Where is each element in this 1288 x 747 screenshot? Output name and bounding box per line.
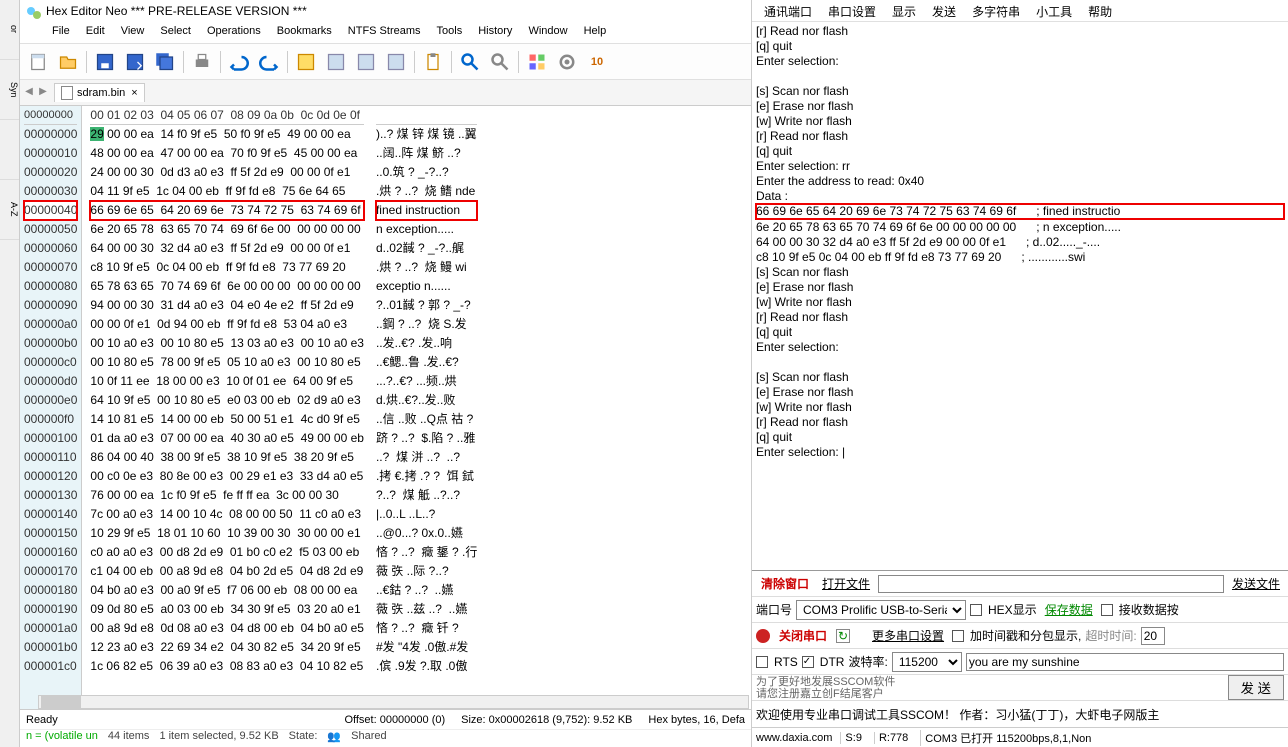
edit-c-button[interactable]: [352, 48, 380, 76]
status-s: S:9: [840, 732, 866, 744]
status-com: COM3 已打开 115200bps,8,1,Non: [920, 730, 1095, 746]
menu-bookmarks[interactable]: Bookmarks: [269, 22, 340, 43]
port-label: 端口号: [756, 601, 792, 618]
settings-button[interactable]: [553, 48, 581, 76]
window-title-bar: Hex Editor Neo *** PRE-RELEASE VERSION *…: [20, 0, 751, 22]
tab-sdram[interactable]: sdram.bin ×: [54, 83, 145, 102]
port-select[interactable]: COM3 Prolific USB-to-Seria: [796, 600, 966, 620]
print-button[interactable]: [188, 48, 216, 76]
menu-operations[interactable]: Operations: [199, 22, 269, 43]
find-button[interactable]: [456, 48, 484, 76]
close-port-button[interactable]: 关闭串口: [774, 625, 832, 646]
hex-toolbar: 10: [20, 44, 751, 80]
menu-history[interactable]: History: [470, 22, 520, 43]
tab-strip: ◀ ▶ sdram.bin ×: [20, 80, 751, 106]
menu-serial-settings[interactable]: 串口设置: [820, 0, 884, 21]
edit-d-button[interactable]: [382, 48, 410, 76]
menu-edit[interactable]: Edit: [78, 22, 113, 43]
hex-header: 00 01 02 03 04 05 06 07 08 09 0a 0b 0c 0…: [90, 106, 364, 125]
hex-bytes-column[interactable]: 00 01 02 03 04 05 06 07 08 09 0a 0b 0c 0…: [82, 106, 372, 709]
offset-column: 00000000 0000000000000010000000200000003…: [20, 106, 82, 709]
ide-lower-status: n = (volatile un 44 items 1 item selecte…: [20, 729, 751, 747]
horizontal-scrollbar[interactable]: [38, 695, 749, 709]
shared-icon: 👥: [327, 730, 341, 747]
menu-help[interactable]: 帮助: [1080, 0, 1120, 21]
menu-ntfs[interactable]: NTFS Streams: [340, 22, 429, 43]
hex-statusbar: Ready Offset: 00000000 (0) Size: 0x00002…: [20, 709, 751, 729]
status-r: R:778: [874, 732, 912, 744]
dtr-checkbox[interactable]: [802, 656, 814, 668]
save-button[interactable]: [91, 48, 119, 76]
open-file-button[interactable]: 打开文件: [818, 574, 874, 593]
hex-menubar: File Edit View Select Operations Bookmar…: [20, 22, 751, 44]
port-status-icon: [756, 629, 770, 643]
file-path-input[interactable]: [878, 575, 1224, 593]
menu-view[interactable]: View: [113, 22, 153, 43]
clear-window-button[interactable]: 清除窗口: [756, 573, 814, 594]
ascii-column: )..? 煤 锌 煤 镜 ..翼..阔..阵 煤 鲚 ..?..0.筑 ? _-…: [372, 106, 481, 709]
hex-10-button[interactable]: 10: [583, 48, 611, 76]
redo-button[interactable]: [255, 48, 283, 76]
sscom-controls: 清除窗口 打开文件 发送文件 端口号 COM3 Prolific USB-to-…: [752, 570, 1288, 727]
offset-header: 00000000: [24, 106, 77, 125]
send-button[interactable]: 发 送: [1228, 675, 1284, 700]
refresh-icon[interactable]: ↻: [836, 629, 850, 643]
tab-prev-icon[interactable]: ◀: [22, 86, 36, 100]
status-site: www.daxia.com: [756, 732, 832, 744]
menu-file[interactable]: File: [44, 22, 78, 43]
struct-button[interactable]: [523, 48, 551, 76]
close-icon[interactable]: ×: [131, 87, 137, 99]
menu-tools[interactable]: 小工具: [1028, 0, 1080, 21]
status-ready: Ready: [26, 714, 58, 726]
tab-next-icon[interactable]: ▶: [36, 86, 50, 100]
rts-checkbox[interactable]: [756, 656, 768, 668]
clipboard-button[interactable]: [419, 48, 447, 76]
left-dock-strip: or Syn A-Z: [0, 0, 20, 747]
menu-send[interactable]: 发送: [924, 0, 964, 21]
send-input[interactable]: [966, 653, 1284, 671]
sscom-statusbar: www.daxia.com S:9 R:778 COM3 已打开 115200b…: [752, 727, 1288, 747]
document-icon: [61, 86, 73, 100]
terminal-output[interactable]: [r] Read nor flash[q] quitEnter selectio…: [752, 22, 1288, 570]
menu-display[interactable]: 显示: [884, 0, 924, 21]
undo-button[interactable]: [225, 48, 253, 76]
menu-comm-port[interactable]: 通讯端口: [756, 0, 820, 21]
find-next-button[interactable]: [486, 48, 514, 76]
timeout-input[interactable]: [1141, 627, 1165, 645]
baud-select[interactable]: 115200: [892, 652, 962, 672]
status-mode: Hex bytes, 16, Defa: [648, 714, 745, 726]
send-file-button[interactable]: 发送文件: [1228, 574, 1284, 593]
welcome-text: 欢迎使用专业串口调试工具SSCOM！ 作者：习小猛(丁丁)，大虾电子网版主: [756, 706, 1159, 723]
hex-display-checkbox[interactable]: [970, 604, 982, 616]
new-button[interactable]: [24, 48, 52, 76]
menu-select[interactable]: Select: [152, 22, 199, 43]
sscom-pane: 通讯端口 串口设置 显示 发送 多字符串 小工具 帮助 [r] Read nor…: [752, 0, 1288, 747]
edit-b-button[interactable]: [322, 48, 350, 76]
status-offset: Offset: 00000000 (0): [344, 714, 445, 726]
save-data-button[interactable]: 保存数据: [1041, 600, 1097, 619]
menu-tools[interactable]: Tools: [429, 22, 471, 43]
hex-view[interactable]: 00000000 0000000000000010000000200000003…: [20, 106, 751, 709]
open-button[interactable]: [54, 48, 82, 76]
more-settings-button[interactable]: 更多串口设置: [868, 626, 948, 645]
window-title: Hex Editor Neo *** PRE-RELEASE VERSION *…: [46, 4, 307, 18]
app-icon: [26, 3, 42, 19]
tab-label: sdram.bin: [77, 87, 125, 99]
recv-data-checkbox[interactable]: [1101, 604, 1113, 616]
timestamp-checkbox[interactable]: [952, 630, 964, 642]
menu-help[interactable]: Help: [576, 22, 615, 43]
menu-multistring[interactable]: 多字符串: [964, 0, 1028, 21]
save-all-button[interactable]: [151, 48, 179, 76]
menu-window[interactable]: Window: [520, 22, 575, 43]
status-size: Size: 0x00002618 (9,752): 9.52 KB: [461, 714, 632, 726]
hex-editor-pane: Hex Editor Neo *** PRE-RELEASE VERSION *…: [20, 0, 752, 747]
sscom-menubar: 通讯端口 串口设置 显示 发送 多字符串 小工具 帮助: [752, 0, 1288, 22]
save-as-button[interactable]: [121, 48, 149, 76]
edit-a-button[interactable]: [292, 48, 320, 76]
